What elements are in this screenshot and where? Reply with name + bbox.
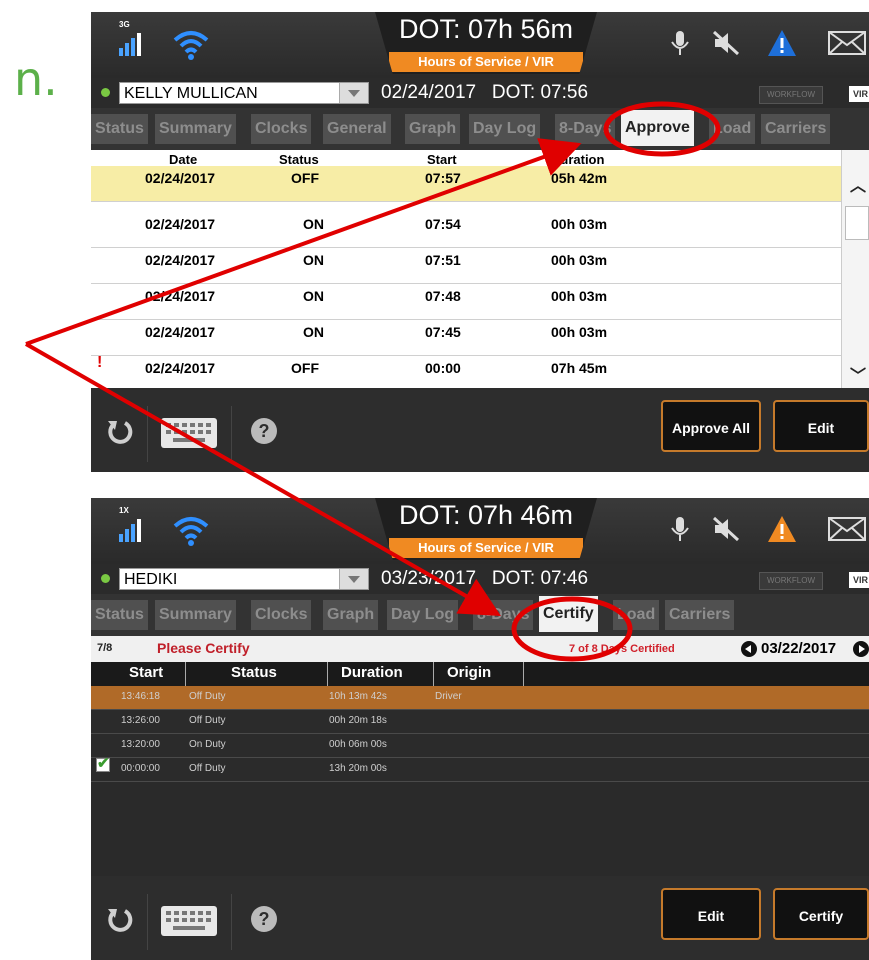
certify-tab-highlight-circle: [511, 596, 633, 662]
arrow-to-certify-tab: [25, 342, 501, 616]
annotation-overlay: [25, 101, 721, 662]
arrow-to-approve-tab: [25, 138, 582, 346]
approve-tab-highlight-circle: [603, 101, 721, 157]
